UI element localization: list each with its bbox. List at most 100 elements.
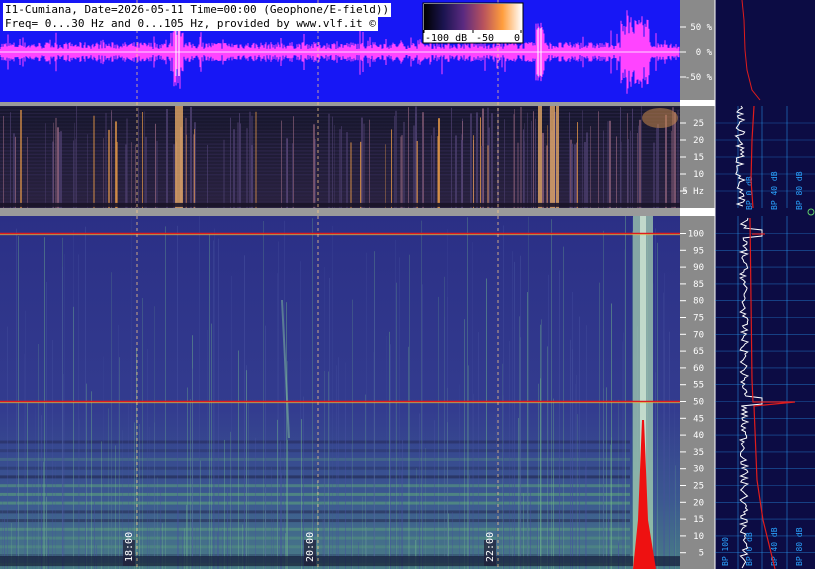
hf-streak [572, 292, 573, 569]
hf-streak [73, 306, 74, 569]
lf-streak [630, 130, 631, 208]
hf-streak [373, 352, 374, 569]
lf-streak [251, 145, 253, 208]
lf-streak [621, 141, 622, 208]
lf-streak [108, 129, 110, 208]
hf-streak [674, 400, 675, 569]
lf-streak [361, 117, 363, 208]
hf-streak [52, 340, 53, 569]
lf-streak [637, 133, 638, 208]
hf-streak [512, 251, 513, 569]
hf-streak [520, 255, 521, 569]
hf-band [0, 440, 630, 444]
hf-streak [119, 357, 120, 569]
hf-streak [577, 414, 578, 569]
hf-streak [142, 298, 143, 569]
hf-streak [514, 261, 515, 569]
lf-streak [249, 111, 251, 208]
lf-streak [531, 120, 532, 208]
lf-streak [609, 120, 611, 208]
lf-streak [657, 124, 659, 208]
hf-streak [224, 439, 225, 569]
lf-streak [233, 129, 235, 208]
lf-streak [542, 132, 544, 208]
hf-streak [502, 363, 503, 569]
hf-streak [409, 254, 410, 569]
hf-bottom-band [0, 556, 680, 567]
hf-streak [408, 346, 409, 569]
hf-streak [78, 254, 79, 569]
separator-bar [0, 102, 680, 106]
hf-streak [324, 479, 325, 569]
lf-streak [590, 126, 591, 208]
hf-streak [16, 228, 17, 569]
lf-streak [582, 110, 583, 208]
hf-streak [115, 445, 116, 569]
lf-streak [155, 123, 156, 208]
hf-streak [575, 384, 576, 569]
hf-streak [86, 383, 87, 569]
lf-streak [385, 144, 386, 208]
hf-streak [7, 326, 8, 569]
hf-streak [336, 365, 337, 569]
hf-streak [91, 391, 92, 569]
hf-streak [199, 216, 200, 569]
lf-tick-label: 25 [693, 119, 704, 129]
hf-streak [286, 302, 287, 569]
hf-streak [559, 454, 560, 569]
hf-streak [473, 393, 474, 569]
hf-streak [238, 350, 239, 569]
hf-streak [669, 331, 670, 569]
hf-streak [25, 310, 26, 569]
lf-streak [674, 112, 676, 208]
lf-streak [369, 119, 370, 208]
hf-band [0, 484, 630, 488]
hf-streak [606, 387, 607, 569]
lf-streak [607, 121, 609, 208]
hf-streak [27, 402, 28, 569]
hf-streak [468, 365, 469, 569]
lf-streak [105, 112, 107, 208]
hf-streak [85, 226, 86, 569]
hf-streak [278, 241, 279, 569]
hf-tick-label: 80 [693, 297, 704, 307]
hf-tick-label: 90 [693, 263, 704, 273]
lf-streak [415, 113, 417, 208]
hf-streak [246, 370, 247, 569]
lf-tick-label: 5 Hz [682, 187, 704, 197]
lf-streak [437, 136, 439, 208]
hf-streak [303, 396, 304, 569]
hf-tick-label: 55 [693, 381, 704, 391]
lf-streak [186, 134, 187, 208]
colorbar-tick-mid: -50 [476, 33, 494, 44]
hf-streak [329, 277, 330, 569]
lf-streak [281, 120, 282, 208]
lf-streak [473, 135, 474, 208]
lf-streak [239, 113, 240, 208]
lf-streak [574, 144, 576, 208]
hf-streak [419, 413, 420, 569]
hf-streak [165, 226, 166, 569]
lf-streak [461, 139, 463, 208]
hf-streak [467, 217, 468, 569]
hf-streak [623, 332, 624, 569]
lf-streak [76, 106, 77, 208]
hf-streak [496, 415, 497, 569]
hf-streak [395, 239, 396, 569]
lf-streak [223, 139, 225, 208]
lf-tick-label: 15 [693, 153, 704, 163]
lf-streak [166, 109, 168, 208]
lf-streak [400, 136, 402, 208]
hf-streak [351, 444, 352, 569]
hf-streak [444, 317, 445, 569]
hf-streak [402, 439, 403, 569]
lf-band [0, 116, 680, 118]
lf-streak [569, 112, 570, 208]
lf-streak [395, 110, 397, 208]
hf-streak [108, 408, 109, 569]
hf-streak [79, 419, 80, 569]
lf-streak [194, 129, 195, 208]
hf-streak [585, 465, 586, 569]
hf-streak [464, 319, 465, 569]
lf-streak [111, 110, 112, 208]
